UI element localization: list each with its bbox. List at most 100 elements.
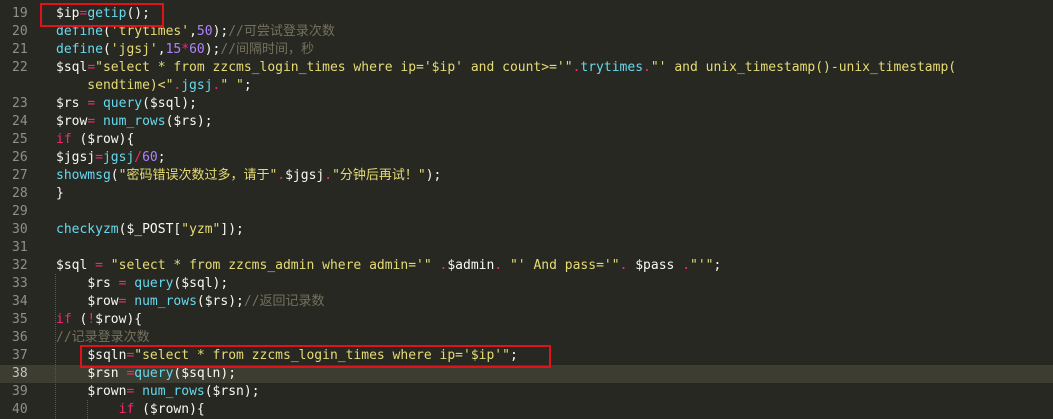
code-token: . <box>494 258 503 273</box>
code-token: sendtime)<" <box>56 78 174 93</box>
line-number: 31 <box>12 240 28 255</box>
code-token: "'" <box>690 258 714 273</box>
code-line[interactable]: 38 $rsn =query($sqln); <box>0 365 1053 383</box>
code-editor[interactable]: 19 $ip=getip(); 20 define('trytimes',50);//… <box>0 0 1053 419</box>
line-code: $rs = query($sql); <box>56 275 228 293</box>
code-token: ($_POST[ <box>118 222 182 237</box>
code-line[interactable]: 40 if ($rown){ <box>0 401 1053 419</box>
line-code: } <box>56 185 64 203</box>
code-token: ( <box>110 168 119 183</box>
code-token: jgsj <box>102 150 135 165</box>
code-token: jgsj <box>181 78 213 93</box>
code-token: "yzm" <box>181 222 221 237</box>
code-token: showmsg <box>56 168 111 183</box>
code-token: ($sql); <box>173 276 229 291</box>
code-token: 'jgsj' <box>110 42 158 57</box>
line-number: 19 <box>12 6 28 21</box>
code-token: //返回记录数 <box>243 294 325 309</box>
code-token: $sql <box>56 258 88 273</box>
line-number: 27 <box>12 168 28 183</box>
code-token: 60 <box>142 150 158 165</box>
indent-guide <box>87 400 88 419</box>
code-token: , <box>189 24 197 39</box>
line-code: if (!$row){ <box>56 311 142 329</box>
code-line[interactable]: 25 if ($row){ <box>0 131 1053 149</box>
code-token: . <box>682 258 691 273</box>
code-token: query <box>102 96 143 111</box>
line-number: 23 <box>12 96 28 111</box>
code-token: ]); <box>220 222 244 237</box>
code-token: num_rows <box>142 384 205 399</box>
code-token: $jgsj <box>56 150 96 165</box>
code-token: ; <box>713 258 722 273</box>
code-line[interactable]: 21 define('jgsj',15*60);//间隔时间，秒 <box>0 41 1053 59</box>
line-code: $rs = query($sql); <box>56 95 197 113</box>
line-number: 33 <box>12 276 28 291</box>
code-token: if <box>118 402 135 417</box>
code-token: "密码错误次数过多，请于" <box>118 168 278 183</box>
code-line[interactable]: sendtime)<".jgsj." "; <box>0 77 1053 95</box>
line-code: //记录登录次数 <box>56 329 150 347</box>
code-token: (); <box>126 6 150 21</box>
code-line[interactable]: 29 <box>0 203 1053 221</box>
line-code: showmsg("密码错误次数过多，请于".$jgsj."分钟后再试！"); <box>56 167 441 185</box>
code-token: ($rs); <box>165 114 213 129</box>
code-token: ($rs); <box>196 294 244 309</box>
line-code: $jgsj=jgsj/60; <box>56 149 166 167</box>
line-number: 29 <box>12 204 28 219</box>
code-line[interactable]: 27 showmsg("密码错误次数过多，请于".$jgsj."分钟后再试！"); <box>0 167 1053 185</box>
line-code: checkyzm($_POST["yzm"]); <box>56 221 244 239</box>
code-line[interactable]: 39 $rown= num_rows($rsn); <box>0 383 1053 401</box>
code-line[interactable]: 26 $jgsj=jgsj/60; <box>0 149 1053 167</box>
code-line[interactable]: 35 if (!$row){ <box>0 311 1053 329</box>
code-line[interactable]: 36 //记录登录次数 <box>0 329 1053 347</box>
line-number: 32 <box>12 258 28 273</box>
code-token: ($rown){ <box>134 402 205 417</box>
line-number: 40 <box>12 402 28 417</box>
code-token: = <box>95 150 103 165</box>
code-line[interactable]: 24 $row= num_rows($rs); <box>0 113 1053 131</box>
code-token: ); <box>204 42 221 57</box>
code-line[interactable]: 19 $ip=getip(); <box>0 5 1053 23</box>
line-number: 21 <box>12 42 28 57</box>
code-token: trytimes <box>580 60 644 75</box>
code-line[interactable]: 30 checkyzm($_POST["yzm"]); <box>0 221 1053 239</box>
code-token: . <box>643 60 651 75</box>
code-token: 15 <box>165 42 182 57</box>
code-line[interactable]: 20 define('trytimes',50);//可尝试登录次数 <box>0 23 1053 41</box>
code-line[interactable]: 28} <box>0 185 1053 203</box>
code-line[interactable]: 34 $row= num_rows($rs);//返回记录数 <box>0 293 1053 311</box>
line-code: $row= num_rows($rs);//返回记录数 <box>56 293 325 311</box>
code-token: //记录登录次数 <box>56 330 150 345</box>
code-line[interactable]: 23 $rs = query($sql); <box>0 95 1053 113</box>
code-line[interactable]: 22 $sql="select * from zzcms_login_times … <box>0 59 1053 77</box>
code-token: checkyzm <box>56 222 119 237</box>
code-token: //间隔时间，秒 <box>220 42 315 57</box>
code-line[interactable]: 33 $rs = query($sql); <box>0 275 1053 293</box>
indent-guide <box>55 274 56 419</box>
code-token: ! <box>87 312 96 327</box>
line-number: 20 <box>12 24 28 39</box>
code-token: define <box>56 24 103 39</box>
code-line[interactable]: 37 $sqln="select * from zzcms_login_time… <box>0 347 1053 365</box>
code-token: 60 <box>189 42 205 57</box>
line-code: $rsn =query($sqln); <box>56 365 236 383</box>
line-number: 37 <box>12 348 28 363</box>
code-token: ); <box>425 168 442 183</box>
code-token: $pass <box>635 258 675 273</box>
code-line[interactable]: 32 $sql = "select * from zzcms_admin wher… <box>0 257 1053 275</box>
code-token: ; <box>243 78 252 93</box>
line-code: sendtime)<".jgsj." "; <box>56 77 252 95</box>
line-number: 30 <box>12 222 28 237</box>
line-number: 38 <box>12 366 28 381</box>
code-line[interactable]: 31 <box>0 239 1053 257</box>
line-number: 39 <box>12 384 28 399</box>
code-token: . <box>324 168 333 183</box>
